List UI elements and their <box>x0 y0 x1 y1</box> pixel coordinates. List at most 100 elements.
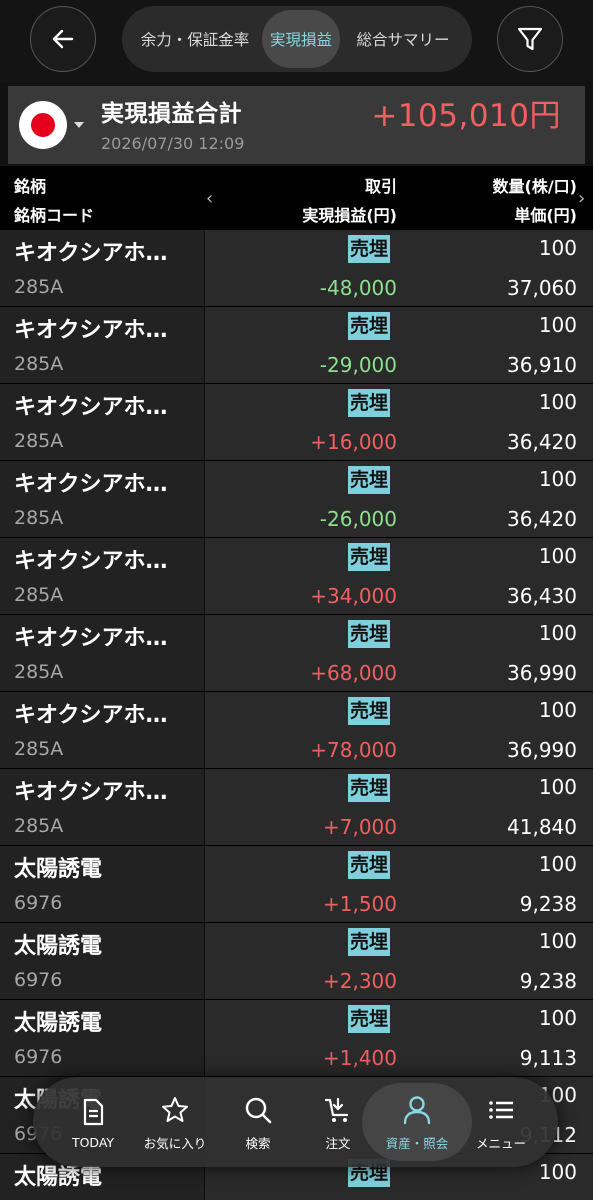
view-tabs: 余力・保証金率 実現損益 総合サマリー <box>122 6 472 72</box>
stock-name: キオクシアホ… <box>14 472 168 497</box>
bottom-nav: TODAY お気に入り 検索 注文 資産・照会 メニュー <box>33 1077 558 1167</box>
table-row[interactable]: キオクシアホ… 285A 売埋 -29,000 100 36,910 <box>0 307 593 384</box>
search-icon <box>241 1093 275 1127</box>
quantity-value: 100 <box>538 1006 577 1030</box>
table-row[interactable]: キオクシアホ… 285A 売埋 +68,000 100 36,990 <box>0 615 593 692</box>
table-row[interactable]: キオクシアホ… 285A 売埋 +78,000 100 36,990 <box>0 692 593 769</box>
table-row[interactable]: キオクシアホ… 285A 売埋 +7,000 100 41,840 <box>0 769 593 846</box>
summary-datetime: 2026/07/30 12:09 <box>101 134 245 153</box>
stock-name: キオクシアホ… <box>14 703 168 728</box>
back-button[interactable] <box>30 6 96 72</box>
document-icon <box>76 1095 110 1129</box>
stock-name: キオクシアホ… <box>14 241 168 266</box>
person-icon <box>400 1093 434 1127</box>
nav-order[interactable]: 注文 <box>296 1077 380 1167</box>
quantity-value: 100 <box>538 390 577 414</box>
nav-search[interactable]: 検索 <box>216 1077 300 1167</box>
nav-label: 検索 <box>245 1135 271 1151</box>
header-unit-price: 単価(円) <box>514 206 577 225</box>
quantity-value: 100 <box>538 1160 577 1184</box>
unit-price-value: 36,420 <box>507 430 577 454</box>
unit-price-value: 36,990 <box>507 661 577 685</box>
stock-code: 285A <box>14 430 64 452</box>
stock-code: 285A <box>14 661 64 683</box>
cart-icon <box>321 1093 355 1127</box>
stock-code: 285A <box>14 507 64 529</box>
table-row[interactable]: キオクシアホ… 285A 売埋 -26,000 100 36,420 <box>0 461 593 538</box>
japan-flag-icon[interactable] <box>19 101 67 149</box>
chevron-left-icon[interactable]: ‹ <box>206 188 213 209</box>
table-row[interactable]: 太陽誘電 6976 売埋 +1,500 100 9,238 <box>0 846 593 923</box>
nav-label: メニュー <box>475 1135 526 1151</box>
trade-type-badge: 売埋 <box>348 543 391 571</box>
realized-pl-value: -48,000 <box>319 276 397 300</box>
trade-list: キオクシアホ… 285A 売埋 -48,000 100 37,060 キオクシアホ… 285A… <box>0 230 593 1200</box>
quantity-value: 100 <box>538 236 577 260</box>
stock-cell: 太陽誘電 6976 <box>0 1000 205 1076</box>
realized-pl-value: +68,000 <box>310 661 397 685</box>
trade-type-badge: 売埋 <box>348 466 391 494</box>
stock-name: キオクシアホ… <box>14 395 168 420</box>
quantity-value: 100 <box>538 852 577 876</box>
realized-pl-summary: 実現損益合計 2026/07/30 12:09 +105,010円 <box>8 86 585 164</box>
unit-price-value: 9,238 <box>519 969 577 993</box>
nav-favorites[interactable]: お気に入り <box>133 1077 217 1167</box>
header-stock: 銘柄 <box>14 177 47 196</box>
stock-cell: 太陽誘電 6976 <box>0 846 205 922</box>
stock-cell: キオクシアホ… 285A <box>0 769 205 845</box>
table-row[interactable]: 太陽誘電 6976 売埋 +1,400 100 9,113 <box>0 1000 593 1077</box>
nav-menu[interactable]: メニュー <box>459 1077 543 1167</box>
nav-assets[interactable]: 資産・照会 <box>375 1077 459 1167</box>
realized-pl-value: +78,000 <box>310 738 397 762</box>
stock-name: 太陽誘電 <box>14 1011 103 1036</box>
chevron-down-icon[interactable] <box>74 122 84 128</box>
quantity-value: 100 <box>538 621 577 645</box>
stock-cell: キオクシアホ… 285A <box>0 307 205 383</box>
table-row[interactable]: キオクシアホ… 285A 売埋 +16,000 100 36,420 <box>0 384 593 461</box>
header-stock-code: 銘柄コード <box>14 206 95 225</box>
star-icon <box>158 1093 192 1127</box>
filter-button[interactable] <box>497 6 563 72</box>
stock-name: キオクシアホ… <box>14 780 168 805</box>
trade-type-badge: 売埋 <box>348 235 391 263</box>
table-row[interactable]: 太陽誘電 6976 売埋 +2,300 100 9,238 <box>0 923 593 1000</box>
trade-type-badge: 売埋 <box>348 774 391 802</box>
table-row[interactable]: キオクシアホ… 285A 売埋 -48,000 100 37,060 <box>0 230 593 307</box>
realized-pl-value: +7,000 <box>322 815 397 839</box>
nav-label: 注文 <box>325 1135 351 1151</box>
nav-label: TODAY <box>71 1134 115 1150</box>
trade-type-badge: 売埋 <box>348 697 391 725</box>
chevron-right-icon[interactable]: › <box>578 188 585 209</box>
quantity-value: 100 <box>538 929 577 953</box>
quantity-value: 100 <box>538 313 577 337</box>
stock-code: 285A <box>14 276 64 298</box>
realized-pl-value: +2,300 <box>322 969 397 993</box>
stock-code: 6976 <box>14 1046 63 1068</box>
unit-price-value: 36,990 <box>507 738 577 762</box>
header-realized-pl: 実現損益(円) <box>302 206 397 225</box>
tab-summary[interactable]: 総合サマリー <box>340 10 466 68</box>
realized-pl-value: +1,500 <box>322 892 397 916</box>
unit-price-value: 36,420 <box>507 507 577 531</box>
stock-code: 285A <box>14 353 64 375</box>
trade-type-badge: 売埋 <box>348 312 391 340</box>
menu-list-icon <box>484 1093 518 1127</box>
trade-type-badge: 売埋 <box>348 851 391 879</box>
unit-price-value: 41,840 <box>507 815 577 839</box>
unit-price-value: 36,910 <box>507 353 577 377</box>
unit-price-value: 9,113 <box>519 1046 577 1070</box>
stock-code: 6976 <box>14 969 63 991</box>
stock-cell: キオクシアホ… 285A <box>0 230 205 306</box>
table-row[interactable]: キオクシアホ… 285A 売埋 +34,000 100 36,430 <box>0 538 593 615</box>
tab-realized-pl[interactable]: 実現損益 <box>262 10 340 68</box>
table-header: 銘柄 銘柄コード 取引 実現損益(円) 数量(株/口) 単価(円) ‹ › <box>0 166 593 230</box>
stock-name: キオクシアホ… <box>14 549 168 574</box>
stock-code: 285A <box>14 738 64 760</box>
unit-price-value: 9,238 <box>519 892 577 916</box>
trade-type-badge: 売埋 <box>348 928 391 956</box>
tab-margin-rate[interactable]: 余力・保証金率 <box>128 10 262 68</box>
quantity-value: 100 <box>538 544 577 568</box>
realized-pl-value: +16,000 <box>310 430 397 454</box>
nav-today[interactable]: TODAY <box>51 1077 135 1167</box>
top-bar: 余力・保証金率 実現損益 総合サマリー <box>0 0 593 82</box>
